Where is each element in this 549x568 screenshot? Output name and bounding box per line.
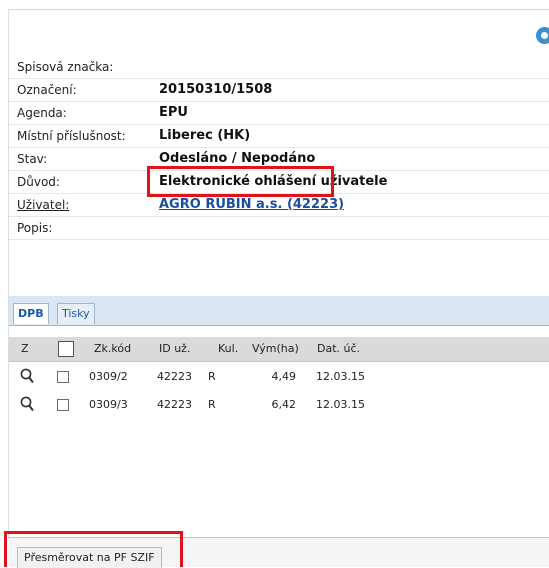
oznaceni-value: 20150310/1508 (159, 82, 273, 97)
oznaceni-label: Označení: (17, 83, 77, 97)
select-all-checkbox[interactable] (58, 341, 74, 357)
status-highlight-box (147, 166, 334, 197)
cell-zk-kod: 0309/3 (89, 398, 128, 411)
detail-row-popis: Popis: (9, 217, 549, 240)
detail-row-spisova-znacka: Spisová značka: (9, 56, 549, 79)
spisova-znacka-label: Spisová značka: (17, 60, 114, 74)
mistni-prislusnost-label: Místní příslušnost: (17, 129, 126, 143)
cell-dat-uc: 12.03.15 (316, 398, 365, 411)
cell-kul: R (208, 370, 216, 383)
cell-dat-uc: 12.03.15 (316, 370, 365, 383)
refresh-icon[interactable] (536, 27, 549, 45)
row-checkbox[interactable] (57, 371, 69, 383)
col-dat-uc[interactable]: Dat. úč. (317, 342, 360, 355)
cell-id-uz: 42223 (157, 398, 192, 411)
cell-zk-kod: 0309/2 (89, 370, 128, 383)
uzivatel-label-link[interactable]: Uživatel: (17, 198, 69, 212)
detail-row-uzivatel: Uživatel: AGRO RUBÍN a.s. (42223) (9, 194, 549, 217)
detail-row-oznaceni: Označení: 20150310/1508 (9, 79, 549, 102)
table-row[interactable]: 0309/3 42223 R 6,42 12.03.15 (9, 394, 409, 416)
stav-value: Odesláno / Nepodáno (159, 151, 316, 166)
record-detail-panel: Spisová značka: Označení: 20150310/1508 … (0, 0, 549, 568)
agenda-value: EPU (159, 105, 188, 120)
cell-kul: R (208, 398, 216, 411)
col-id-uz[interactable]: ID už. (159, 342, 190, 355)
detail-row-agenda: Agenda: EPU (9, 102, 549, 125)
mistni-prislusnost-value: Liberec (HK) (159, 128, 251, 143)
cell-id-uz: 42223 (157, 370, 192, 383)
redirect-highlight-box (4, 531, 183, 567)
col-vym[interactable]: Vým(ha) (252, 342, 299, 355)
col-zk-kod[interactable]: Zk.kód (94, 342, 131, 355)
row-checkbox[interactable] (57, 399, 69, 411)
tab-dpb[interactable]: DPB (13, 303, 49, 324)
table-row[interactable]: 0309/2 42223 R 4,49 12.03.15 (9, 366, 409, 388)
popis-label: Popis: (17, 221, 53, 235)
agenda-label: Agenda: (17, 106, 67, 120)
col-kul[interactable]: Kul. (218, 342, 238, 355)
cell-vym: 6,42 (271, 398, 297, 411)
magnifier-icon[interactable] (20, 396, 34, 413)
stav-label: Stav: (17, 152, 48, 166)
detail-row-mistni-prislusnost: Místní příslušnost: Liberec (HK) (9, 125, 549, 148)
cell-vym: 4,49 (271, 370, 297, 383)
grid-header: Z Zk.kód ID už. Kul. Vým(ha) Dat. úč. (9, 337, 549, 362)
magnifier-icon[interactable] (20, 368, 34, 385)
tab-tisky[interactable]: Tisky (57, 303, 95, 324)
uzivatel-value-link[interactable]: AGRO RUBÍN a.s. (42223) (159, 197, 344, 212)
panel-top-border (8, 9, 549, 10)
tab-bar: DPB Tisky (9, 296, 549, 326)
duvod-label: Důvod: (17, 175, 60, 189)
col-z[interactable]: Z (21, 342, 29, 355)
